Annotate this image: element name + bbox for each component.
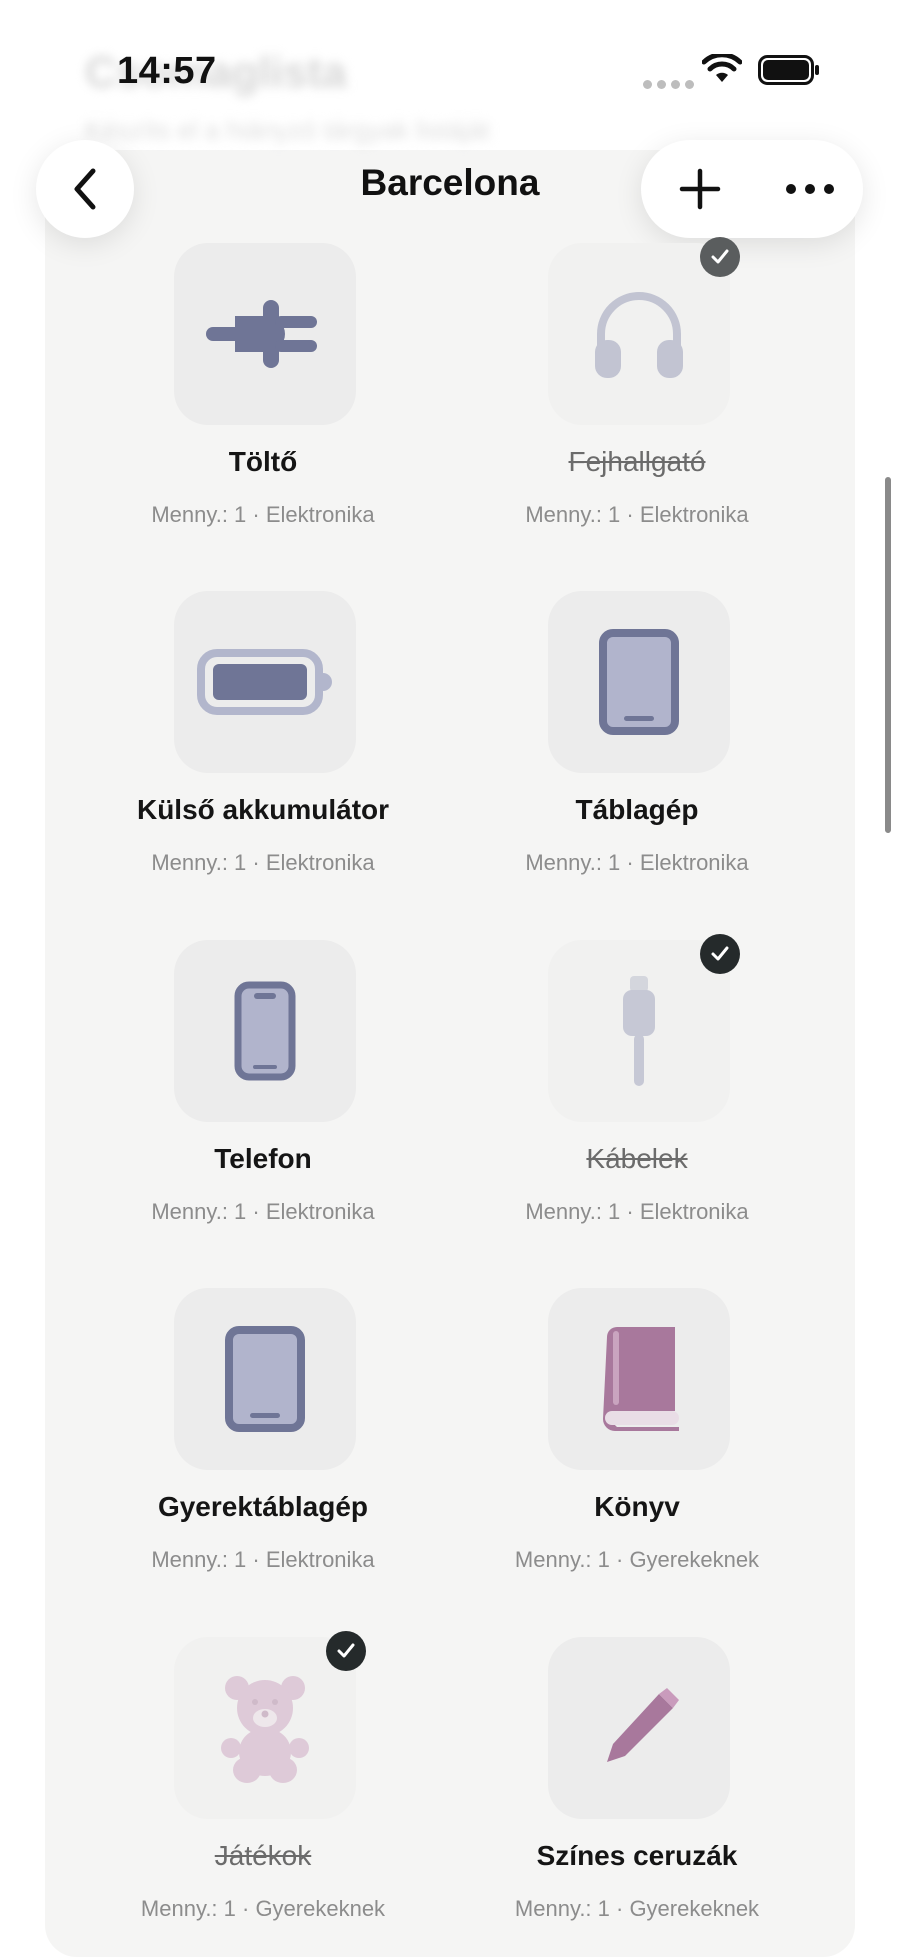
list-item[interactable]: Színes ceruzák Menny.: 1 · Gyerekeknek bbox=[450, 1637, 824, 1937]
item-tile[interactable] bbox=[174, 1637, 356, 1819]
item-meta: Menny.: 1 · Elektronika bbox=[525, 1199, 749, 1224]
item-name: Gyerektáblagép bbox=[157, 1491, 369, 1522]
item-tile[interactable] bbox=[174, 940, 356, 1122]
ellipsis-icon bbox=[786, 184, 834, 194]
checked-badge bbox=[700, 237, 740, 277]
item-tile[interactable] bbox=[548, 1637, 730, 1819]
cellular-signal-icon bbox=[643, 80, 694, 89]
item-name: Könyv bbox=[594, 1491, 680, 1522]
list-item[interactable]: Könyv Menny.: 1 · Gyerekeknek bbox=[450, 1288, 824, 1588]
headphones-icon bbox=[595, 292, 683, 378]
list-item[interactable]: Külső akkumulátor Menny.: 1 · Elektronik… bbox=[76, 591, 450, 891]
item-name: Fejhallgató bbox=[568, 446, 706, 477]
list-item[interactable]: Játékok Menny.: 1 · Gyerekeknek bbox=[76, 1631, 450, 1937]
list-item[interactable]: Fejhallgató Menny.: 1 · Elektronika bbox=[450, 237, 824, 543]
checkmark-icon bbox=[337, 1643, 355, 1658]
item-meta: Menny.: 1 · Gyerekeknek bbox=[140, 1896, 386, 1921]
checked-badge bbox=[326, 1631, 366, 1671]
item-meta: Menny.: 1 · Elektronika bbox=[151, 1199, 375, 1224]
item-name: Játékok bbox=[214, 1840, 312, 1871]
scrollbar[interactable] bbox=[885, 477, 891, 833]
item-meta: Menny.: 1 · Elektronika bbox=[525, 502, 749, 527]
more-options-button[interactable] bbox=[761, 140, 859, 238]
item-tile[interactable] bbox=[548, 243, 730, 425]
item-meta: Menny.: 1 · Elektronika bbox=[525, 850, 749, 875]
item-name: Töltő bbox=[228, 446, 298, 477]
plus-icon bbox=[679, 168, 721, 210]
list-item[interactable]: Kábelek Menny.: 1 · Elektronika bbox=[450, 934, 824, 1240]
battery-status-icon bbox=[758, 55, 819, 85]
item-tile[interactable] bbox=[548, 591, 730, 773]
book-icon bbox=[603, 1327, 679, 1431]
item-meta: Menny.: 1 · Elektronika bbox=[151, 502, 375, 527]
list-item[interactable]: Töltő Menny.: 1 · Elektronika bbox=[76, 243, 450, 543]
checkmark-icon bbox=[711, 249, 729, 264]
list-item[interactable]: Telefon Menny.: 1 · Elektronika bbox=[76, 940, 450, 1240]
item-tile[interactable] bbox=[174, 591, 356, 773]
status-time: 14:57 bbox=[117, 50, 217, 92]
item-meta: Menny.: 1 · Gyerekeknek bbox=[514, 1547, 760, 1572]
item-tile[interactable] bbox=[174, 243, 356, 425]
item-name: Külső akkumulátor bbox=[136, 794, 390, 825]
checkmark-icon bbox=[711, 946, 729, 961]
cable-icon bbox=[623, 976, 655, 1086]
item-tile[interactable] bbox=[548, 940, 730, 1122]
item-name: Kábelek bbox=[586, 1143, 688, 1174]
tablet-icon bbox=[225, 1326, 305, 1432]
item-tile[interactable] bbox=[548, 1288, 730, 1470]
item-name: Táblagép bbox=[575, 794, 699, 825]
item-name: Színes ceruzák bbox=[536, 1840, 738, 1871]
add-item-button[interactable] bbox=[651, 140, 749, 238]
teddy-bear-icon bbox=[221, 1676, 309, 1783]
item-tile[interactable] bbox=[174, 1288, 356, 1470]
pencil-icon bbox=[607, 1688, 679, 1762]
checked-badge bbox=[700, 934, 740, 974]
wifi-icon bbox=[702, 54, 742, 82]
item-meta: Menny.: 1 · Elektronika bbox=[151, 1547, 375, 1572]
tablet-icon bbox=[599, 629, 679, 735]
phone-icon bbox=[234, 981, 296, 1081]
list-item[interactable]: Táblagép Menny.: 1 · Elektronika bbox=[450, 591, 824, 891]
status-bar: 14:57 bbox=[0, 0, 900, 140]
item-name: Telefon bbox=[214, 1143, 312, 1174]
battery-icon bbox=[197, 649, 332, 715]
actions-pill bbox=[641, 140, 863, 238]
item-meta: Menny.: 1 · Elektronika bbox=[151, 850, 375, 875]
list-item[interactable]: Gyerektáblagép Menny.: 1 · Elektronika bbox=[76, 1288, 450, 1588]
plug-icon bbox=[206, 300, 317, 368]
item-meta: Menny.: 1 · Gyerekeknek bbox=[514, 1896, 760, 1921]
